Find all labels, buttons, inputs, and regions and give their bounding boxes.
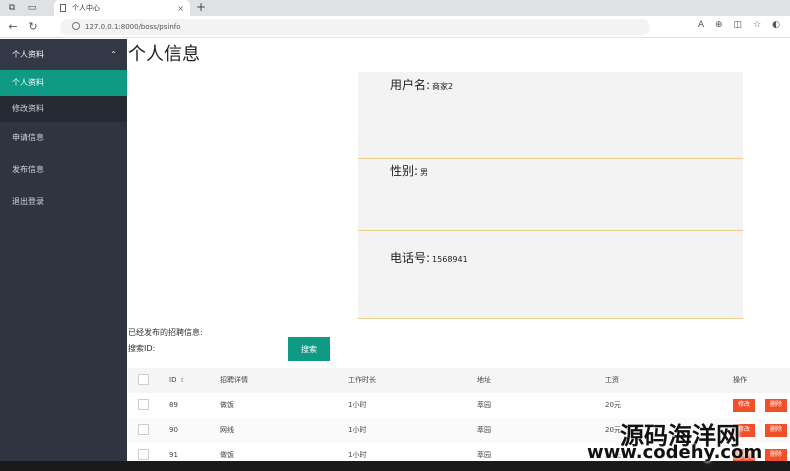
workspaces-icon[interactable]: ⧉ <box>4 0 20 16</box>
browser-tab[interactable]: 个人中心 × <box>54 0 190 16</box>
sidebar-group-header[interactable]: 个人资料 ⌃ <box>0 39 127 70</box>
field-label: 电话号: <box>390 251 431 265</box>
delete-button[interactable]: 删除 <box>765 399 787 412</box>
cell-address: 萃园 <box>477 401 491 409</box>
cell-pay: 20元 <box>605 401 621 409</box>
search-id-input[interactable] <box>168 338 276 356</box>
sidebar-item-label: 申请信息 <box>12 133 44 142</box>
row-checkbox[interactable] <box>138 424 149 435</box>
url-text: 127.0.0.1:8000/boss/psinfo <box>85 23 181 31</box>
column-header-detail: 招聘详情 <box>220 376 248 384</box>
field-label: 用户名: <box>390 78 431 92</box>
column-header-hours: 工作时长 <box>348 376 376 384</box>
phone-row: 电话号: 1568941 <box>358 231 743 319</box>
sidebar-group-label: 个人资料 <box>12 50 44 59</box>
cell-detail: 做饭 <box>220 401 234 409</box>
close-tab-icon[interactable]: × <box>177 4 184 13</box>
phone-field: 电话号: 1568941 <box>390 249 468 266</box>
row-checkbox[interactable] <box>138 449 149 460</box>
cell-id: 89 <box>169 401 178 409</box>
page-icon <box>60 4 66 12</box>
cell-hours: 1小时 <box>348 426 367 434</box>
url-field[interactable]: 127.0.0.1:8000/boss/psinfo <box>60 19 650 35</box>
sidebar-item-label: 退出登录 <box>12 197 44 206</box>
site-info-icon[interactable] <box>72 22 80 30</box>
sidebar-item-label: 个人资料 <box>12 78 44 87</box>
sidebar-item-profile[interactable]: 个人资料 <box>0 70 127 96</box>
cell-detail: 网线 <box>220 426 234 434</box>
new-tab-icon[interactable]: + <box>196 0 206 15</box>
field-value: 商家2 <box>432 82 454 91</box>
profile-info-card: 用户名: 商家2 性别: 男 电话号: 1568941 <box>358 72 743 319</box>
table-header-row: ID ⇕ 招聘详情 工作时长 地址 工资 操作 <box>128 368 790 393</box>
favorites-icon[interactable]: ☆ <box>753 20 761 30</box>
table-row: 89 做饭 1小时 萃园 20元 修改 删除 <box>128 393 790 418</box>
column-header-address: 地址 <box>477 376 491 384</box>
sort-icon[interactable]: ⇕ <box>179 377 184 384</box>
sidebar-item-logout[interactable]: 退出登录 <box>0 186 127 218</box>
published-jobs-label: 已经发布的招聘信息: <box>128 328 203 337</box>
delete-button[interactable]: 删除 <box>765 424 787 437</box>
cell-pay: 20元 <box>605 426 621 434</box>
back-icon[interactable]: ← <box>6 20 20 33</box>
tab-title: 个人中心 <box>72 4 100 12</box>
gender-row: 性别: 男 <box>358 144 743 231</box>
field-value: 男 <box>420 168 429 177</box>
search-button[interactable]: 搜索 <box>288 337 330 361</box>
column-header-label: ID <box>169 376 177 384</box>
page-title: 个人信息 <box>128 44 200 65</box>
split-screen-icon[interactable]: ◫ <box>734 20 743 30</box>
column-header-id[interactable]: ID ⇕ <box>169 368 185 393</box>
cell-address: 萃园 <box>477 426 491 434</box>
browser-tab-bar: ⧉ ▭ 个人中心 × + <box>0 0 790 16</box>
edit-button[interactable]: 修改 <box>733 399 755 412</box>
cell-id: 90 <box>169 426 178 434</box>
refresh-icon[interactable]: ↻ <box>26 20 40 33</box>
sidebar-item-label: 发布信息 <box>12 165 44 174</box>
chevron-up-icon: ⌃ <box>110 50 117 59</box>
address-bar: ← ↻ 127.0.0.1:8000/boss/psinfo A ⊕ ◫ ☆ ◐ <box>0 16 790 38</box>
gender-field: 性别: 男 <box>390 162 428 179</box>
sidebar-item-edit-profile[interactable]: 修改资料 <box>0 96 127 122</box>
zoom-icon[interactable]: ⊕ <box>715 20 723 30</box>
username-field: 用户名: 商家2 <box>390 76 453 93</box>
sidebar-item-publish[interactable]: 发布信息 <box>0 154 127 186</box>
sidebar: 个人资料 ⌃ 个人资料 修改资料 申请信息 发布信息 退出登录 <box>0 39 127 471</box>
search-id-label: 搜索ID: <box>128 344 156 353</box>
column-header-pay: 工资 <box>605 376 619 384</box>
profile-icon[interactable]: ◐ <box>772 20 780 30</box>
row-checkbox[interactable] <box>138 399 149 410</box>
toolbar-icons: A ⊕ ◫ ☆ ◐ <box>698 20 780 30</box>
column-header-actions: 操作 <box>733 376 747 384</box>
sidebar-item-applications[interactable]: 申请信息 <box>0 122 127 154</box>
select-all-checkbox[interactable] <box>138 374 149 385</box>
watermark-url: www.codehy.com <box>587 442 763 463</box>
tab-actions-icon[interactable]: ▭ <box>24 0 40 16</box>
read-aloud-icon[interactable]: A <box>698 20 704 30</box>
field-label: 性别: <box>390 164 419 178</box>
cell-hours: 1小时 <box>348 401 367 409</box>
sidebar-item-label: 修改资料 <box>12 104 44 113</box>
field-value: 1568941 <box>432 255 468 264</box>
